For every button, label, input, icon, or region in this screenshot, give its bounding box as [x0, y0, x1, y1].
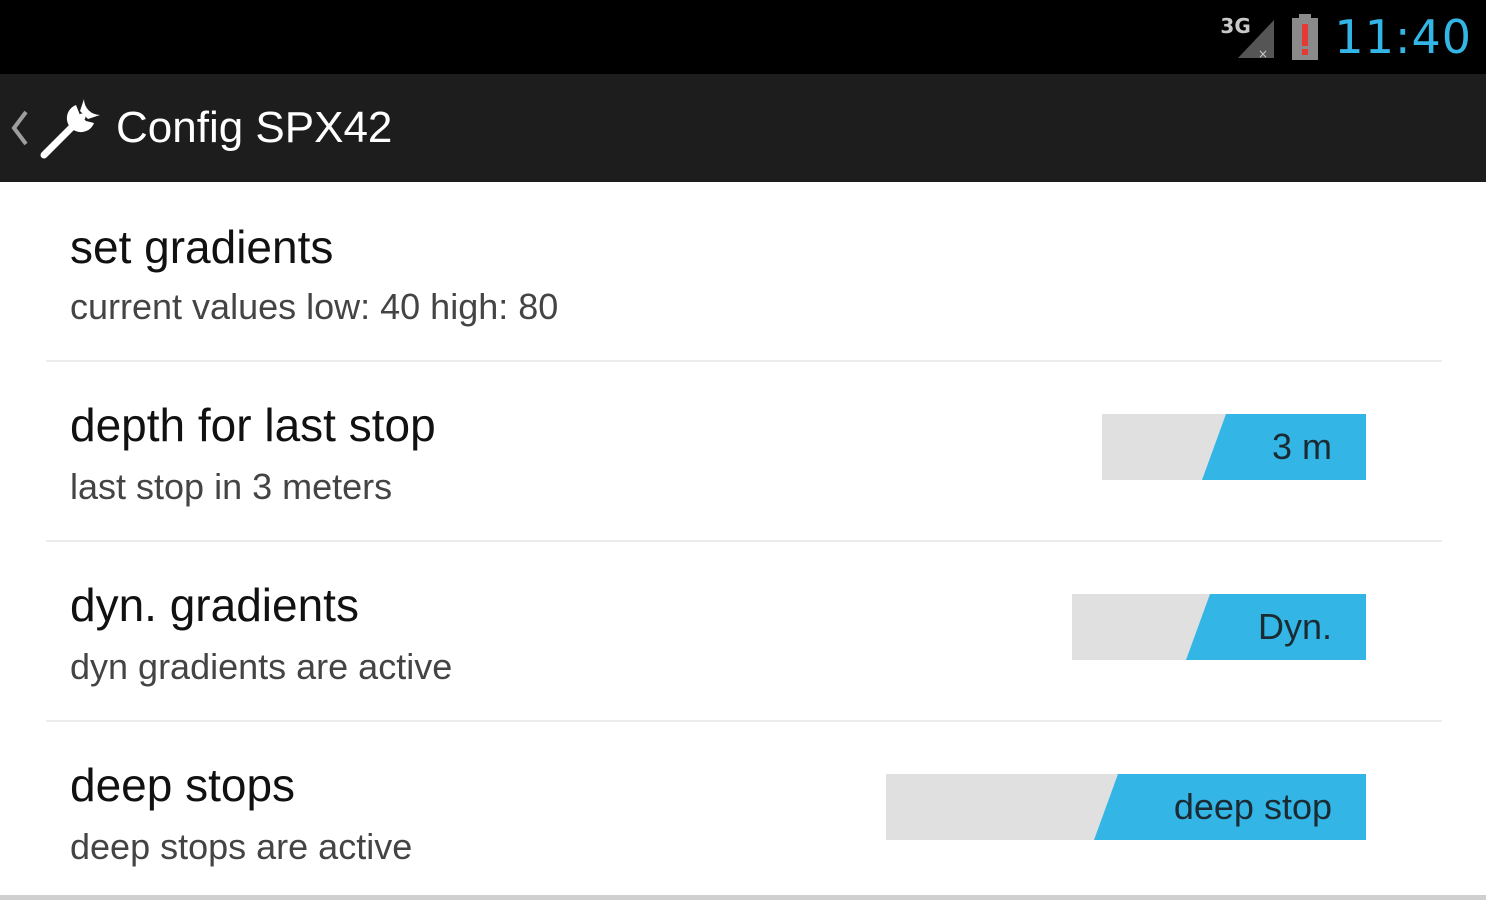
clock: 11:40	[1334, 10, 1472, 64]
status-icons: 3G × 11:40	[1220, 0, 1472, 74]
toggle-thumb: Dyn.	[1186, 594, 1366, 660]
pref-summary: last stop in 3 meters	[70, 466, 393, 507]
dyn-gradients-toggle[interactable]: Dyn.	[1072, 594, 1366, 660]
preference-list: set gradients current values low: 40 hig…	[0, 182, 1486, 902]
signal-3g-icon: 3G ×	[1220, 14, 1276, 60]
chevron-left-icon	[11, 110, 28, 146]
pref-deep-stops[interactable]: deep stops deep stops are active deep st…	[46, 722, 1442, 902]
deep-stops-toggle[interactable]: deep stop	[886, 774, 1366, 840]
pref-title: set gradients	[70, 221, 334, 273]
pref-summary: current values low: 40 high: 80	[70, 286, 559, 327]
last-stop-toggle[interactable]: 3 m	[1102, 414, 1366, 480]
screen-title: Config SPX42	[116, 103, 393, 152]
status-bar: 3G × 11:40	[0, 0, 1486, 74]
toggle-thumb: 3 m	[1202, 414, 1366, 480]
up-navigation-button[interactable]	[8, 88, 108, 168]
action-bar: Config SPX42	[0, 74, 1486, 182]
toggle-thumb: deep stop	[1094, 774, 1366, 840]
pref-title: deep stops	[70, 759, 296, 811]
wrench-icon	[40, 99, 100, 159]
pref-title: dyn. gradients	[70, 579, 359, 631]
pref-summary: dyn gradients are active	[70, 646, 453, 687]
svg-text:×: ×	[1258, 47, 1268, 60]
pref-title: depth for last stop	[70, 399, 436, 451]
pref-dyn-gradients[interactable]: dyn. gradients dyn gradients are active …	[46, 542, 1442, 722]
pref-summary: deep stops are active	[70, 826, 413, 867]
pref-depth-last-stop[interactable]: depth for last stop last stop in 3 meter…	[46, 362, 1442, 542]
battery-alert-icon	[1292, 14, 1319, 60]
pref-set-gradients[interactable]: set gradients current values low: 40 hig…	[46, 182, 1442, 362]
bottom-divider	[0, 895, 1486, 900]
